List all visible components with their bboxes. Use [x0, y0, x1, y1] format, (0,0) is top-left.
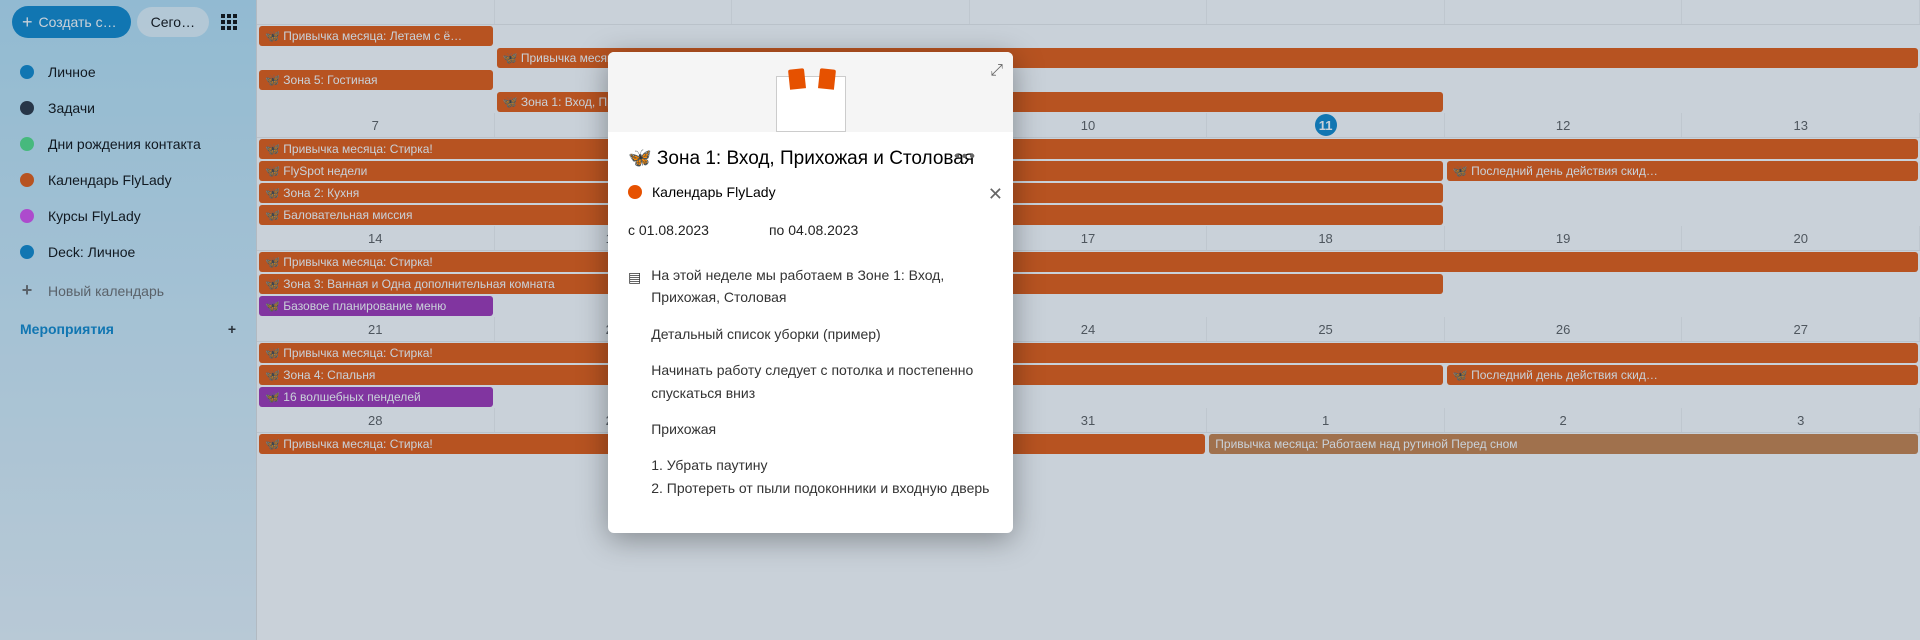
events-section-header[interactable]: Мероприятия + [12, 311, 244, 347]
calendar-event[interactable]: 🦋 Зона 5: Гостиная [259, 70, 493, 90]
calendar-color-dot [20, 209, 34, 223]
plus-icon: + [22, 13, 33, 31]
event-title: 🦋 Зона 1: Вход, Прихожая и Столовая [628, 146, 993, 170]
day-cell[interactable]: 19 [1445, 226, 1683, 250]
calendar-event[interactable]: 🦋 Привычка месяца: Летаем с ё… [259, 26, 493, 46]
day-cell[interactable] [970, 0, 1208, 24]
calendar-event[interactable]: 🦋 Привычка месяца: Стирка! [259, 252, 1918, 272]
day-cell[interactable]: 20 [1682, 226, 1920, 250]
day-cell[interactable]: 7 [257, 113, 495, 137]
calendar-list-item[interactable]: Дни рождения контакта [12, 126, 244, 162]
calendar-event[interactable]: 🦋 Последний день действия скид… [1447, 161, 1918, 181]
calendar-color-dot [628, 185, 642, 199]
calendar-list-item[interactable]: Задачи [12, 90, 244, 126]
new-calendar-button[interactable]: +Новый календарь [12, 270, 244, 311]
day-cell[interactable]: 11 [1207, 113, 1445, 137]
more-menu-icon[interactable]: ••• [954, 148, 977, 166]
calendar-list-item[interactable]: Курсы FlyLady [12, 198, 244, 234]
day-cell[interactable]: 21 [257, 317, 495, 341]
sidebar: + Создать с… Сего… ЛичноеЗадачиДни рожде… [0, 0, 256, 640]
view-grid-button[interactable] [215, 8, 243, 36]
calendar-list-item[interactable]: Личное [12, 54, 244, 90]
today-button[interactable]: Сего… [137, 7, 209, 37]
event-calendar-row: Календарь FlyLady [628, 184, 993, 200]
day-cell[interactable] [257, 0, 495, 24]
calendar-list-item[interactable]: Deck: Личное [12, 234, 244, 270]
day-cell[interactable] [732, 0, 970, 24]
calendar-color-dot [20, 137, 34, 151]
day-cell[interactable]: 13 [1682, 113, 1920, 137]
day-cell[interactable]: 12 [1445, 113, 1683, 137]
expand-icon[interactable]: ⤢ [990, 62, 1003, 80]
calendar-event[interactable]: 🦋 16 волшебных пенделей [259, 387, 493, 407]
day-cell[interactable]: 28 [257, 408, 495, 432]
day-cell[interactable] [495, 0, 733, 24]
calendar-color-dot [20, 65, 34, 79]
close-icon[interactable]: ✕ [988, 184, 1003, 205]
grid-icon [221, 14, 237, 30]
calendar-event[interactable]: 🦋 Последний день действия скид… [1447, 365, 1918, 385]
description-icon: ▤ [628, 266, 641, 513]
event-date-range: с 01.08.2023 по 04.08.2023 [628, 222, 993, 238]
day-cell[interactable]: 2 [1445, 408, 1683, 432]
event-description: ▤ На этой неделе мы работаем в Зоне 1: В… [628, 264, 993, 513]
event-illustration [608, 52, 1013, 132]
day-cell[interactable]: 25 [1207, 317, 1445, 341]
day-cell[interactable]: 14 [257, 226, 495, 250]
day-cell[interactable] [1445, 0, 1683, 24]
calendar-color-dot [20, 101, 34, 115]
calendar-event[interactable]: 🦋 Базовое планирование меню [259, 296, 493, 316]
calendar-color-dot [20, 245, 34, 259]
calendar-grid: 🦋 Привычка месяца: Летаем с ё… 🦋 Привычка… [256, 0, 1920, 640]
day-cell[interactable]: 3 [1682, 408, 1920, 432]
calendar-list: ЛичноеЗадачиДни рождения контактаКаленда… [12, 54, 244, 311]
calendar-event[interactable]: 🦋 Привычка месяца: Стирка! [259, 343, 1918, 363]
day-cell[interactable] [1682, 0, 1920, 24]
day-cell[interactable]: 27 [1682, 317, 1920, 341]
calendar-list-item[interactable]: Календарь FlyLady [12, 162, 244, 198]
calendar-event[interactable]: Привычка месяца: Работаем над рутиной Пе… [1209, 434, 1918, 454]
calendar-color-dot [20, 173, 34, 187]
day-cell[interactable] [1207, 0, 1445, 24]
new-event-button[interactable]: + Создать с… [12, 6, 131, 38]
plus-icon: + [20, 280, 34, 301]
event-popup: ⤢ ••• ✕ 🦋 Зона 1: Вход, Прихожая и Столо… [608, 52, 1013, 533]
add-event-source-icon[interactable]: + [228, 321, 236, 337]
calendar-event[interactable]: 🦋 Привычка месяца: Стирка! [259, 139, 1918, 159]
day-cell[interactable]: 18 [1207, 226, 1445, 250]
event-calendar-name: Календарь FlyLady [652, 184, 776, 200]
day-cell[interactable]: 1 [1207, 408, 1445, 432]
day-cell[interactable]: 26 [1445, 317, 1683, 341]
